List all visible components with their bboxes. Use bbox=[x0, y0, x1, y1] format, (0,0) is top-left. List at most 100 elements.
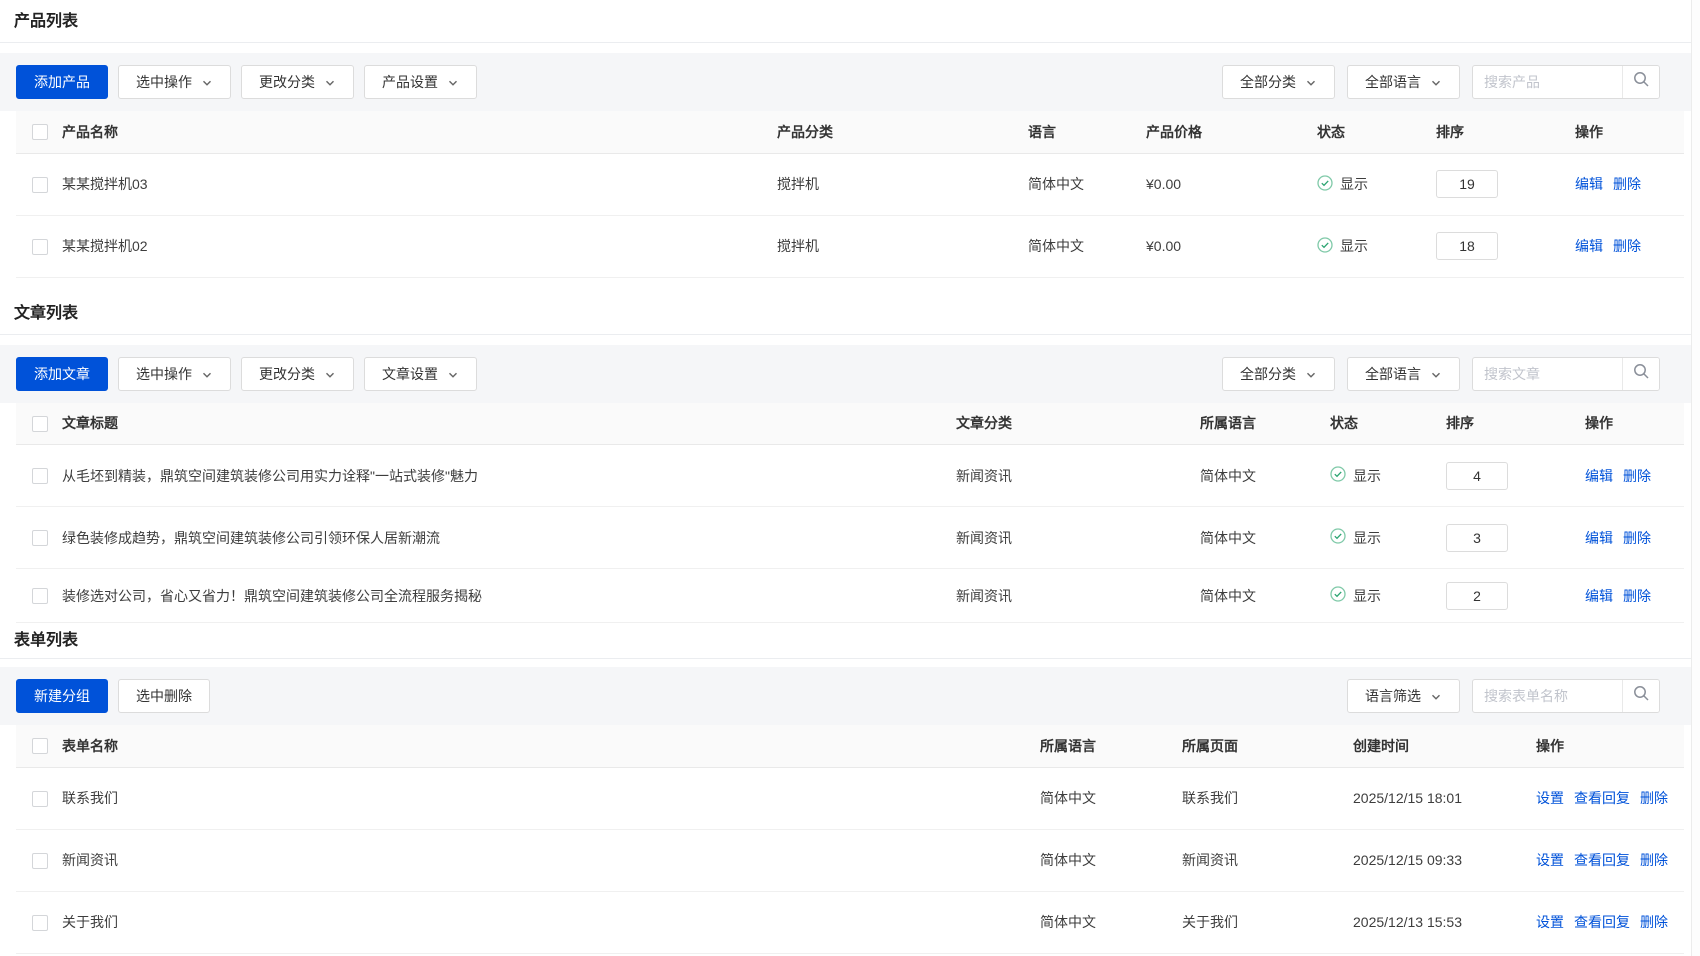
col-form-name: 表单名称 bbox=[62, 725, 1040, 767]
form-page: 联系我们 bbox=[1182, 767, 1353, 829]
add-product-button[interactable]: 添加产品 bbox=[16, 65, 108, 99]
change-category-dropdown[interactable]: 更改分类 bbox=[241, 357, 354, 391]
delete-selected-button[interactable]: 选中删除 bbox=[118, 679, 210, 713]
view-replies-link[interactable]: 查看回复 bbox=[1574, 852, 1630, 868]
language-filter-dropdown[interactable]: 全部语言 bbox=[1347, 357, 1460, 391]
bulk-action-dropdown[interactable]: 选中操作 bbox=[118, 65, 231, 99]
delete-link[interactable]: 删除 bbox=[1640, 914, 1668, 930]
article-title: 从毛坯到精装，鼎筑空间建筑装修公司用实力诠释"一站式装修"魅力 bbox=[62, 445, 956, 507]
edit-link[interactable]: 编辑 bbox=[1585, 530, 1613, 546]
form-language: 简体中文 bbox=[1040, 767, 1182, 829]
search-button[interactable] bbox=[1622, 358, 1659, 390]
change-category-label: 更改分类 bbox=[259, 72, 315, 92]
delete-selected-label: 选中删除 bbox=[136, 686, 192, 706]
row-checkbox[interactable] bbox=[32, 588, 48, 604]
table-row: 绿色装修成趋势，鼎筑空间建筑装修公司引领环保人居新潮流 新闻资讯 简体中文 显示… bbox=[16, 507, 1684, 569]
product-settings-dropdown[interactable]: 产品设置 bbox=[364, 65, 477, 99]
category-filter-label: 全部分类 bbox=[1240, 72, 1296, 92]
delete-link[interactable]: 删除 bbox=[1623, 530, 1651, 546]
select-all-checkbox[interactable] bbox=[32, 738, 48, 754]
select-all-checkbox[interactable] bbox=[32, 124, 48, 140]
form-search-input[interactable] bbox=[1473, 680, 1622, 712]
settings-link[interactable]: 设置 bbox=[1536, 914, 1564, 930]
form-table: 表单名称 所属语言 所属页面 创建时间 操作 联系我们 简体中文 联系我们 20… bbox=[16, 725, 1684, 954]
sort-input[interactable] bbox=[1436, 232, 1498, 260]
article-toolbar-left: 添加文章 选中操作 更改分类 文章设置 bbox=[16, 357, 477, 391]
row-checkbox[interactable] bbox=[32, 239, 48, 255]
new-group-button[interactable]: 新建分组 bbox=[16, 679, 108, 713]
product-toolbar-right: 全部分类 全部语言 bbox=[1222, 65, 1660, 99]
product-search-input[interactable] bbox=[1473, 66, 1622, 98]
status-badge: 显示 bbox=[1330, 586, 1381, 606]
row-checkbox[interactable] bbox=[32, 915, 48, 931]
col-sort: 排序 bbox=[1436, 111, 1575, 153]
add-article-button[interactable]: 添加文章 bbox=[16, 357, 108, 391]
delete-link[interactable]: 删除 bbox=[1613, 176, 1641, 192]
row-checkbox[interactable] bbox=[32, 791, 48, 807]
delete-link[interactable]: 删除 bbox=[1623, 468, 1651, 484]
row-checkbox[interactable] bbox=[32, 530, 48, 546]
sort-input[interactable] bbox=[1446, 582, 1508, 610]
row-checkbox[interactable] bbox=[32, 177, 48, 193]
chevron-down-icon bbox=[1430, 691, 1442, 703]
chevron-down-icon bbox=[1430, 369, 1442, 381]
category-filter-dropdown[interactable]: 全部分类 bbox=[1222, 357, 1335, 391]
article-settings-dropdown[interactable]: 文章设置 bbox=[364, 357, 477, 391]
form-table-header: 表单名称 所属语言 所属页面 创建时间 操作 bbox=[16, 725, 1684, 767]
article-category: 新闻资讯 bbox=[956, 445, 1200, 507]
product-language: 简体中文 bbox=[1028, 153, 1146, 215]
check-circle-icon bbox=[1330, 466, 1346, 485]
form-toolbar-right: 语言筛选 bbox=[1347, 679, 1660, 713]
sort-input[interactable] bbox=[1436, 170, 1498, 198]
table-row: 装修选对公司，省心又省力！鼎筑空间建筑装修公司全流程服务揭秘 新闻资讯 简体中文… bbox=[16, 569, 1684, 623]
settings-link[interactable]: 设置 bbox=[1536, 852, 1564, 868]
edit-link[interactable]: 编辑 bbox=[1585, 588, 1613, 604]
add-product-label: 添加产品 bbox=[34, 72, 90, 92]
table-row: 某某搅拌机02 搅拌机 简体中文 ¥0.00 显示 编辑删除 bbox=[16, 215, 1684, 277]
sort-input[interactable] bbox=[1446, 462, 1508, 490]
col-actions: 操作 bbox=[1575, 111, 1684, 153]
article-search-input[interactable] bbox=[1473, 358, 1622, 390]
article-title: 装修选对公司，省心又省力！鼎筑空间建筑装修公司全流程服务揭秘 bbox=[62, 569, 956, 623]
search-button[interactable] bbox=[1622, 66, 1659, 98]
article-toolbar: 添加文章 选中操作 更改分类 文章设置 全部分类 全部语言 bbox=[0, 345, 1700, 403]
check-circle-icon bbox=[1317, 237, 1333, 256]
delete-link[interactable]: 删除 bbox=[1623, 588, 1651, 604]
category-filter-dropdown[interactable]: 全部分类 bbox=[1222, 65, 1335, 99]
delete-link[interactable]: 删除 bbox=[1640, 790, 1668, 806]
col-created: 创建时间 bbox=[1353, 725, 1536, 767]
chevron-down-icon bbox=[447, 77, 459, 89]
language-filter-dropdown[interactable]: 全部语言 bbox=[1347, 65, 1460, 99]
col-sort: 排序 bbox=[1446, 403, 1585, 445]
edit-link[interactable]: 编辑 bbox=[1575, 238, 1603, 254]
delete-link[interactable]: 删除 bbox=[1640, 852, 1668, 868]
table-row: 联系我们 简体中文 联系我们 2025/12/15 18:01 设置查看回复删除 bbox=[16, 767, 1684, 829]
table-row: 某某搅拌机03 搅拌机 简体中文 ¥0.00 显示 编辑删除 bbox=[16, 153, 1684, 215]
view-replies-link[interactable]: 查看回复 bbox=[1574, 790, 1630, 806]
sort-input[interactable] bbox=[1446, 524, 1508, 552]
bulk-action-dropdown[interactable]: 选中操作 bbox=[118, 357, 231, 391]
select-all-checkbox[interactable] bbox=[32, 416, 48, 432]
row-checkbox[interactable] bbox=[32, 468, 48, 484]
scrollbar-track[interactable] bbox=[1691, 0, 1700, 956]
status-label: 显示 bbox=[1353, 586, 1381, 606]
row-checkbox[interactable] bbox=[32, 853, 48, 869]
change-category-dropdown[interactable]: 更改分类 bbox=[241, 65, 354, 99]
edit-link[interactable]: 编辑 bbox=[1585, 468, 1613, 484]
language-filter-label: 语言筛选 bbox=[1365, 686, 1421, 706]
search-button[interactable] bbox=[1622, 680, 1659, 712]
language-filter-dropdown[interactable]: 语言筛选 bbox=[1347, 679, 1460, 713]
product-section: 产品列表 添加产品 选中操作 更改分类 产品设置 全部分类 bbox=[0, 0, 1700, 278]
status-label: 显示 bbox=[1340, 174, 1368, 194]
article-section: 文章列表 添加文章 选中操作 更改分类 文章设置 全部分类 bbox=[0, 292, 1700, 624]
settings-link[interactable]: 设置 bbox=[1536, 790, 1564, 806]
delete-link[interactable]: 删除 bbox=[1613, 238, 1641, 254]
col-language: 所属语言 bbox=[1200, 403, 1330, 445]
form-created: 2025/12/13 15:53 bbox=[1353, 891, 1536, 953]
view-replies-link[interactable]: 查看回复 bbox=[1574, 914, 1630, 930]
check-circle-icon bbox=[1330, 528, 1346, 547]
search-icon bbox=[1632, 684, 1651, 708]
product-settings-label: 产品设置 bbox=[382, 72, 438, 92]
edit-link[interactable]: 编辑 bbox=[1575, 176, 1603, 192]
language-filter-label: 全部语言 bbox=[1365, 72, 1421, 92]
